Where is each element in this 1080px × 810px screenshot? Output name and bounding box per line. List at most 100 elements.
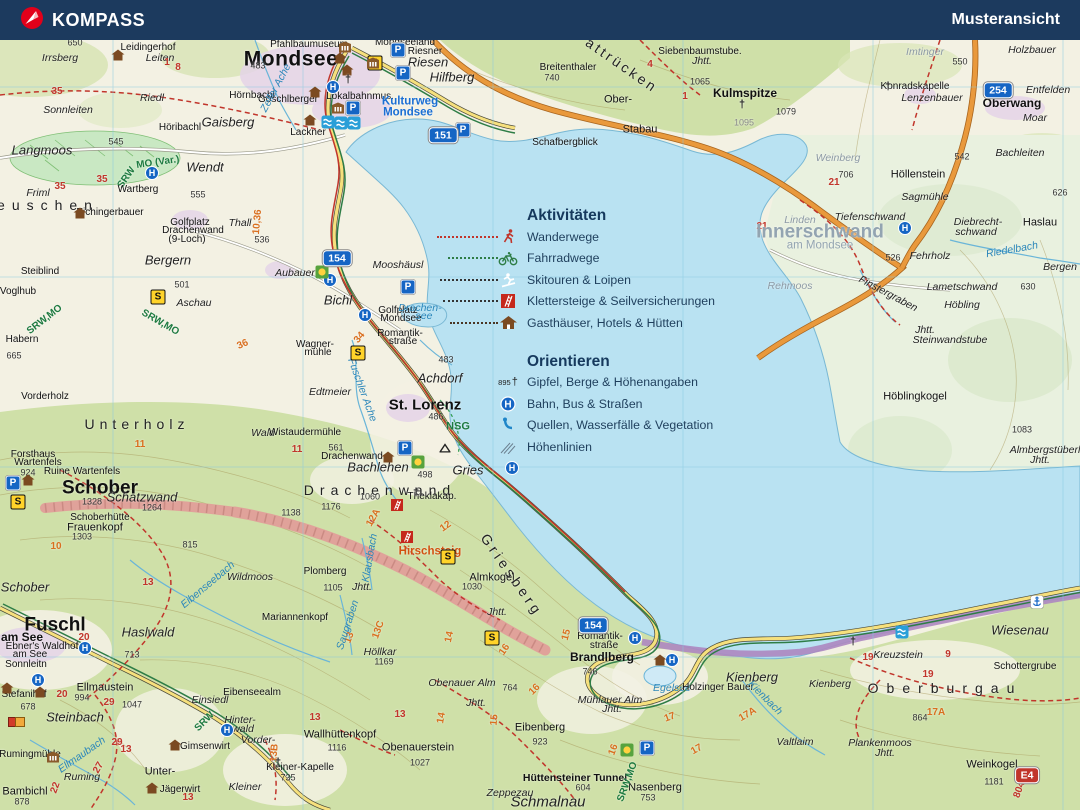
summit-icon: 895 † bbox=[498, 376, 518, 389]
map-label: Kreuzstein bbox=[873, 648, 923, 661]
map-label: Ruming bbox=[63, 770, 101, 783]
ladder-icon bbox=[497, 294, 519, 309]
map-label: 1116 bbox=[327, 742, 347, 753]
legend-section-title: Orientieren bbox=[527, 352, 610, 370]
legend-leader-line bbox=[437, 236, 498, 238]
map-label: Wallhüttenkopf bbox=[303, 728, 377, 741]
stop-icon: S bbox=[150, 289, 166, 305]
bus-icon: H bbox=[505, 461, 519, 475]
map-label: 1328 bbox=[81, 496, 103, 507]
map-label: Wistaudermühle bbox=[268, 427, 342, 438]
hutL-icon bbox=[497, 316, 519, 330]
map-label: SRW,MO bbox=[24, 302, 65, 337]
map-label: Aubauer bbox=[275, 266, 315, 279]
map-label: Mooshäusl bbox=[372, 258, 424, 271]
map-label: 1181 bbox=[984, 776, 1004, 787]
map-label: 1060 bbox=[359, 491, 381, 502]
map-label: Stabau bbox=[622, 123, 658, 136]
map-label: 486 bbox=[428, 411, 444, 422]
hut-icon bbox=[333, 52, 347, 64]
map-label: Lackner bbox=[290, 127, 326, 138]
map-label: 746 bbox=[582, 666, 598, 677]
hut-icon bbox=[308, 86, 322, 98]
map-label: Gries bbox=[452, 462, 484, 478]
parking-icon: P bbox=[345, 100, 361, 116]
map-label: Einsiedl bbox=[191, 693, 229, 706]
map-label: 483 bbox=[250, 60, 266, 71]
kompass-logo-icon bbox=[20, 6, 44, 35]
legend-item-label: Bahn, Bus & Straßen bbox=[527, 396, 643, 411]
map-label: 10,36 bbox=[250, 209, 265, 235]
road-shield: 254 bbox=[983, 82, 1013, 98]
map-label: Breitenthaler bbox=[539, 62, 597, 73]
legend-leader-line bbox=[443, 300, 498, 302]
map-label: 13 bbox=[309, 712, 321, 723]
museum-icon bbox=[47, 751, 59, 763]
legend-item: Fahrradwege bbox=[497, 248, 715, 270]
map-label: 17 bbox=[689, 742, 705, 758]
map-label: 678 bbox=[20, 701, 36, 712]
legend-item: Quellen, Wasserfälle & Vegetation bbox=[497, 415, 715, 437]
map-label: 753 bbox=[640, 792, 656, 803]
map-label: NSG bbox=[446, 420, 470, 433]
map-label: Bachleiten bbox=[995, 146, 1045, 159]
legend-item: Höhenlinien bbox=[497, 436, 715, 458]
map-label: 764 bbox=[502, 682, 518, 693]
map-label: St. Lorenz bbox=[388, 396, 462, 414]
map-label: 19 bbox=[922, 669, 934, 680]
hut-icon bbox=[0, 682, 14, 694]
map-label: Kienberg bbox=[808, 677, 852, 690]
map-label: Holzinger Bauer bbox=[682, 682, 754, 693]
museum-icon bbox=[339, 41, 351, 53]
map-label: 650 bbox=[67, 40, 83, 48]
legend-item: Klettersteige & Seilversicherungen bbox=[497, 291, 715, 313]
map-label: 1047 bbox=[121, 699, 143, 710]
map-label: Zeppezau bbox=[486, 786, 534, 799]
swim-icon bbox=[321, 115, 335, 129]
map-label: Kleiner bbox=[228, 780, 262, 793]
hut-icon bbox=[381, 451, 395, 463]
cross-icon: † bbox=[849, 635, 857, 648]
road-shield: E4 bbox=[1015, 767, 1039, 783]
road-shield: 151 bbox=[428, 127, 458, 143]
map-label: 923 bbox=[532, 736, 548, 747]
map-label: Imtinger bbox=[906, 45, 944, 58]
contour-icon bbox=[497, 440, 519, 454]
golf-icon bbox=[620, 743, 634, 757]
map-label: Schafbergblick bbox=[532, 137, 598, 148]
cross-icon: † bbox=[274, 756, 282, 769]
map-label: 10 bbox=[50, 541, 62, 552]
map-label: 14 bbox=[442, 630, 457, 644]
header-bar: KOMPASS Musteransicht bbox=[0, 0, 1080, 40]
hut-icon bbox=[168, 739, 182, 751]
map-label: Plomberg bbox=[303, 566, 347, 577]
cross-icon: † bbox=[412, 486, 420, 499]
legend-item-label: Fahrradwege bbox=[527, 251, 600, 266]
legend-leader-line bbox=[448, 257, 498, 259]
map-label: 8 bbox=[175, 62, 181, 73]
bus-icon: H bbox=[665, 653, 679, 667]
map-label: Saugraben bbox=[334, 598, 362, 652]
map-label: Jhtt. bbox=[487, 605, 507, 618]
legend-item-label: Klettersteige & Seilversicherungen bbox=[527, 294, 715, 309]
map-label: Wendt bbox=[186, 159, 224, 175]
parking-icon: P bbox=[639, 740, 655, 756]
map-label: Jhtt. bbox=[875, 746, 895, 759]
map-label: Unterholz bbox=[84, 416, 190, 432]
legend-section-title: Aktivitäten bbox=[527, 207, 607, 224]
map-label: 1 bbox=[682, 91, 688, 102]
map-label: 15 bbox=[488, 713, 501, 726]
legend-item-label: Gasthäuser, Hotels & Hütten bbox=[527, 315, 683, 330]
map-label: 994 bbox=[74, 692, 90, 703]
stop-icon: S bbox=[440, 549, 456, 565]
map-label: Finstergraben bbox=[856, 273, 920, 315]
map-label: Riesen bbox=[407, 54, 449, 70]
swim-icon bbox=[895, 625, 909, 639]
bus-icon: H bbox=[220, 723, 234, 737]
map-label: 13C bbox=[370, 619, 387, 641]
golf-icon bbox=[411, 455, 425, 469]
cross-icon: † bbox=[884, 80, 892, 93]
map-label: Jhtt. bbox=[692, 54, 712, 67]
legend-item-label: Höhenlinien bbox=[527, 439, 592, 454]
legend-item: H Bahn, Bus & Straßen bbox=[497, 393, 715, 415]
